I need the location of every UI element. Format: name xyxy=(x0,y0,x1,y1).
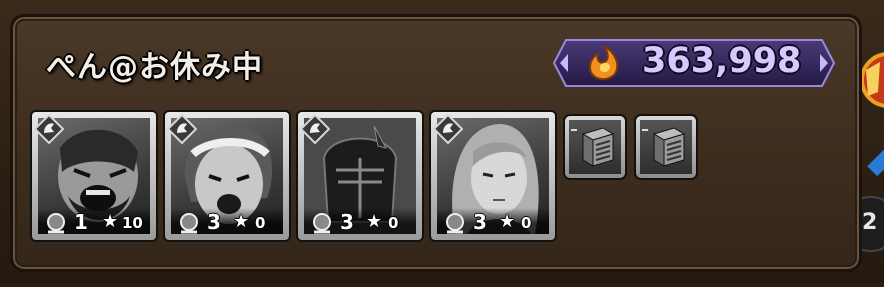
star-icon: ★ xyxy=(366,211,383,232)
level-icon xyxy=(443,212,467,234)
cabinet-icon xyxy=(640,120,692,174)
card-stats: 3 ★ 0 xyxy=(437,208,549,234)
attribute-icon xyxy=(299,113,331,145)
side-partial-text: 2 xyxy=(862,210,878,235)
card-level: 3 xyxy=(340,210,354,234)
card-level: 3 xyxy=(473,210,487,234)
card-stats: 3 ★ 0 xyxy=(171,208,283,234)
flame-coin-icon xyxy=(586,44,622,82)
cabinet-icon xyxy=(569,120,621,174)
player-name: ぺん@お休み中 xyxy=(46,50,263,85)
level-icon xyxy=(177,212,201,234)
card-stars: 0 xyxy=(388,214,399,232)
character-card-1[interactable]: 1 ★ 10 xyxy=(32,112,156,240)
equipment-item-1[interactable] xyxy=(565,116,625,178)
card-stars: 0 xyxy=(255,214,266,232)
character-card-3[interactable]: 3 ★ 0 xyxy=(298,112,422,240)
attribute-icon xyxy=(432,113,464,145)
star-icon: ★ xyxy=(233,211,250,232)
character-card-4[interactable]: 3 ★ 0 xyxy=(431,112,555,240)
level-icon xyxy=(310,212,334,234)
card-level: 1 xyxy=(74,210,88,234)
star-icon: ★ xyxy=(499,211,516,232)
attribute-icon xyxy=(33,113,65,145)
card-level: 3 xyxy=(207,210,221,234)
equipment-item-2[interactable] xyxy=(636,116,696,178)
card-stats: 3 ★ 0 xyxy=(304,208,416,234)
currency-value: 363,998 xyxy=(642,41,802,81)
character-card-2[interactable]: 3 ★ 0 xyxy=(165,112,289,240)
level-icon xyxy=(44,212,68,234)
card-stars: 10 xyxy=(122,214,143,232)
attribute-icon xyxy=(166,113,198,145)
card-stats: 1 ★ 10 xyxy=(38,208,150,234)
card-stars: 0 xyxy=(521,214,532,232)
star-icon: ★ xyxy=(102,211,119,232)
currency-display: 363,998 xyxy=(552,38,836,88)
